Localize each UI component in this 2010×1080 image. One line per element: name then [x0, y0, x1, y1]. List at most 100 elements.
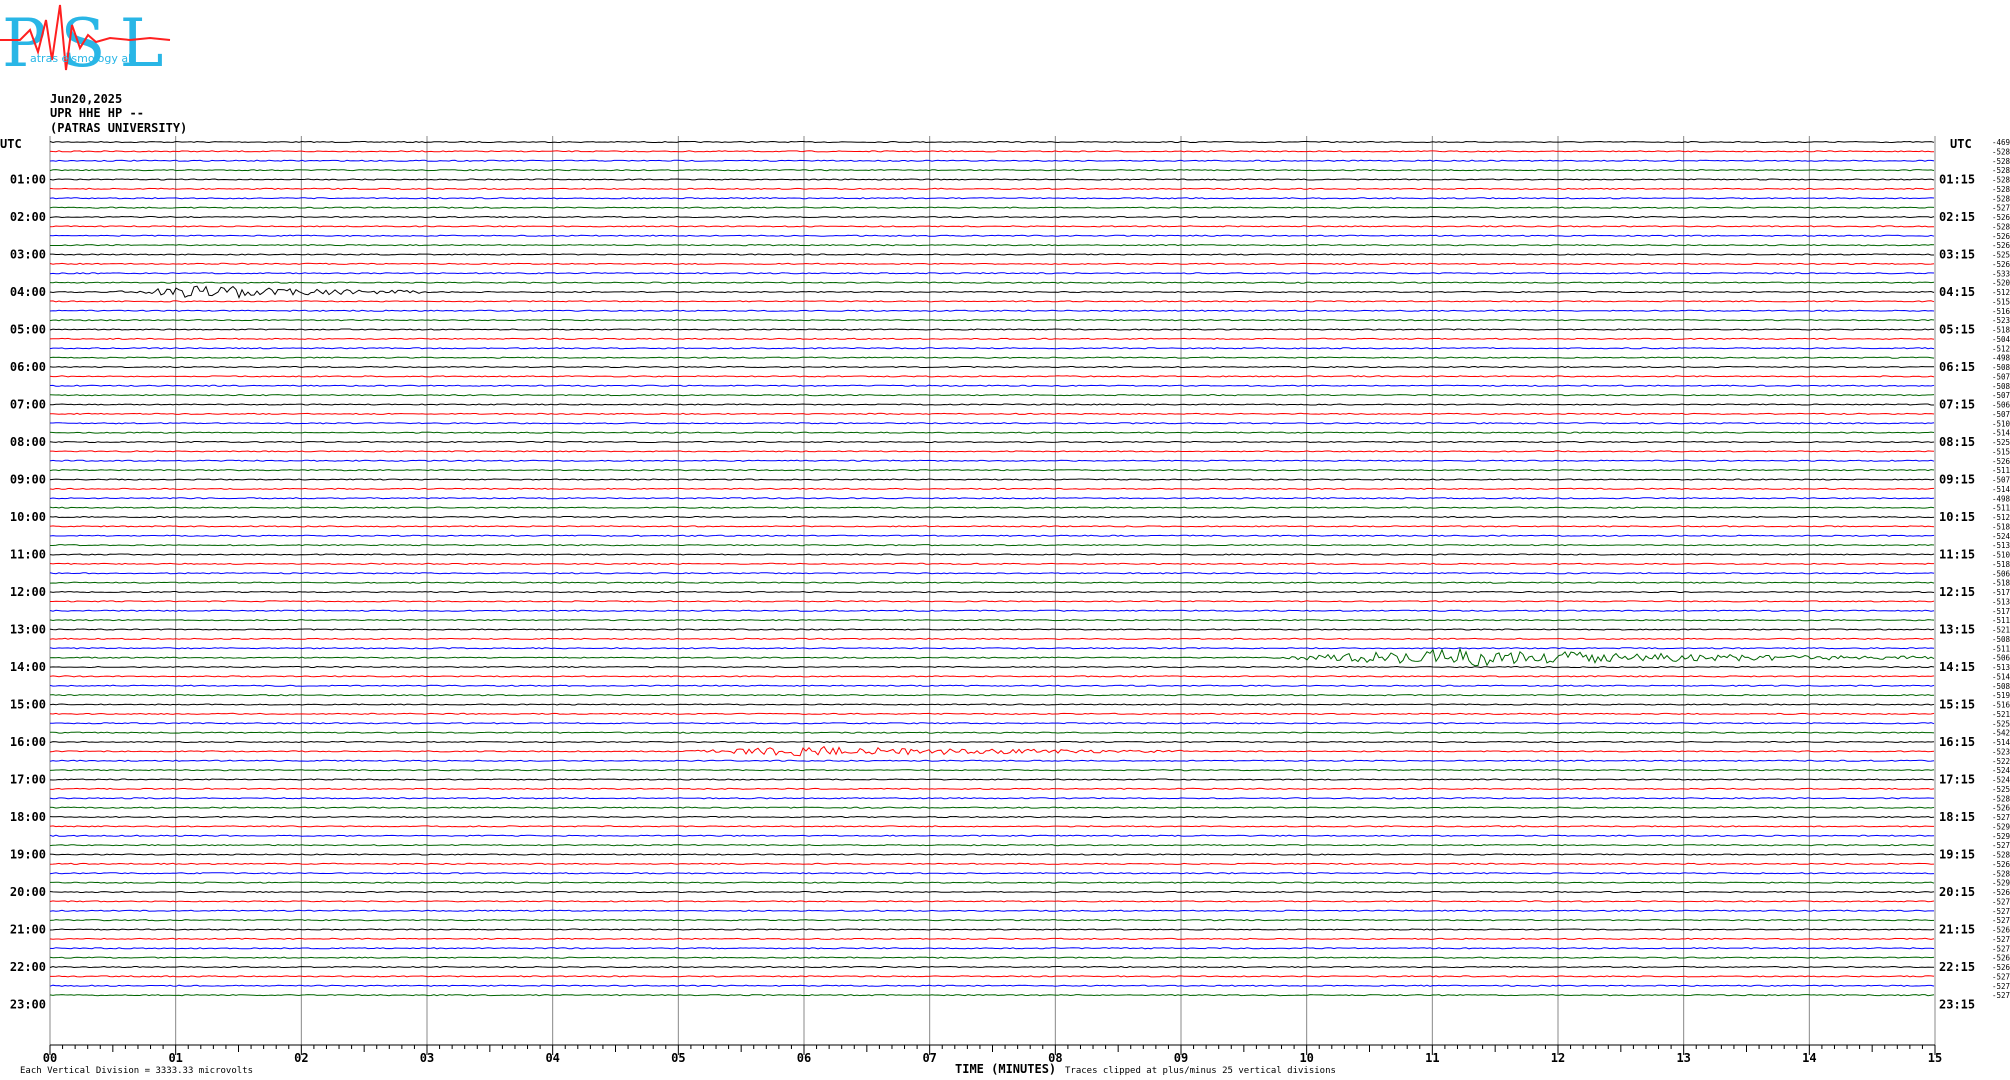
trace-27 [49, 394, 1935, 397]
trace-12 [50, 253, 1934, 256]
trace-52 [49, 628, 1935, 631]
trace-offset-label-50: -5171 [1992, 607, 2010, 616]
trace-75 [49, 844, 1935, 847]
trace-offset-label-54: -5117 [1992, 644, 2010, 653]
trace-offset-label-81: -5276 [1992, 897, 2010, 906]
trace-offset-label-82: -5274 [1992, 907, 2010, 916]
trace-offset-label-73: -5295 [1992, 822, 2010, 831]
trace-81 [49, 900, 1935, 903]
trace-offset-label-85: -5272 [1992, 935, 2010, 944]
trace-31 [49, 431, 1935, 434]
trace-offset-label-78: -5282 [1992, 869, 2010, 878]
hour-label-left-15:00: 15:00 [10, 698, 46, 712]
trace-5 [49, 187, 1935, 190]
trace-offset-label-20: -5185 [1992, 326, 2010, 335]
trace-offset-label-38: -4982 [1992, 494, 2010, 503]
hour-label-left-13:00: 13:00 [10, 623, 46, 637]
trace-offset-label-79: -5293 [1992, 879, 2010, 888]
trace-1 [49, 150, 1934, 153]
trace-39 [49, 506, 1935, 509]
trace-59 [49, 694, 1935, 697]
trace-offset-label-6: -5282 [1992, 194, 2010, 203]
hour-label-right-08:15: 08:15 [1939, 435, 1975, 449]
hour-label-right-11:15: 11:15 [1939, 548, 1975, 562]
trace-offset-label-5: -5285 [1992, 185, 2010, 194]
trace-83 [49, 919, 1935, 922]
trace-91 [49, 994, 1935, 997]
x-tick-label-00: 00 [43, 1051, 57, 1065]
hour-label-left-19:00: 19:00 [10, 848, 46, 862]
hour-label-left-21:00: 21:00 [10, 923, 46, 937]
trace-offset-label-62: -5255 [1992, 719, 2010, 728]
hour-label-right-02:15: 02:15 [1939, 210, 1975, 224]
trace-61 [49, 712, 1935, 715]
trace-offset-label-45: -5185 [1992, 560, 2010, 569]
trace-offset-label-42: -5247 [1992, 532, 2010, 541]
trace-70 [49, 797, 1935, 800]
trace-48 [49, 590, 1935, 594]
trace-40 [49, 515, 1935, 519]
trace-15 [49, 281, 1935, 284]
trace-offset-label-31: -5146 [1992, 429, 2010, 438]
trace-offset-label-30: -5109 [1992, 419, 2010, 428]
hour-label-right-20:15: 20:15 [1939, 885, 1975, 899]
hour-label-left-07:00: 07:00 [10, 398, 46, 412]
trace-33 [50, 450, 1935, 453]
x-tick-label-05: 05 [671, 1051, 685, 1065]
trace-offset-label-18: -5169 [1992, 307, 2010, 316]
trace-offset-label-32: -5256 [1992, 438, 2010, 447]
trace-57 [49, 675, 1935, 678]
trace-55 [49, 646, 1935, 667]
trace-2 [49, 159, 1935, 162]
trace-34 [49, 459, 1935, 462]
hour-label-right-07:15: 07:15 [1939, 398, 1975, 412]
trace-offset-label-48: -5171 [1992, 588, 2010, 597]
trace-3 [49, 169, 1935, 172]
trace-87 [49, 956, 1935, 959]
hour-label-right-19:15: 19:15 [1939, 848, 1975, 862]
trace-85 [49, 937, 1935, 940]
trace-offset-label-26: -5087 [1992, 382, 2010, 391]
trace-43 [50, 544, 1935, 547]
hour-label-left-16:00: 16:00 [10, 735, 46, 749]
trace-offset-label-36: -5076 [1992, 476, 2010, 485]
hour-label-left-22:00: 22:00 [10, 960, 46, 974]
trace-28 [49, 403, 1934, 406]
trace-44 [49, 553, 1935, 556]
trace-53 [49, 637, 1935, 640]
trace-offset-label-87: -5263 [1992, 954, 2010, 963]
trace-58 [49, 684, 1935, 687]
trace-offset-label-53: -5085 [1992, 635, 2010, 644]
trace-offset-label-65: -5239 [1992, 747, 2010, 756]
trace-36 [49, 478, 1935, 481]
trace-66 [49, 759, 1935, 762]
hour-label-right-18:15: 18:15 [1939, 810, 1975, 824]
trace-62 [49, 722, 1935, 725]
trace-offset-label-4: -5287 [1992, 176, 2010, 185]
trace-offset-label-0: -4691 [1992, 138, 2010, 147]
trace-offset-label-43: -5136 [1992, 541, 2010, 550]
trace-32 [49, 440, 1935, 444]
x-tick-label-13: 13 [1676, 1051, 1690, 1065]
x-tick-label-10: 10 [1299, 1051, 1313, 1065]
trace-63 [49, 731, 1935, 734]
trace-21 [49, 337, 1935, 340]
trace-offset-label-90: -5273 [1992, 982, 2010, 991]
hour-label-right-10:15: 10:15 [1939, 510, 1975, 524]
footer-vertical-division: Each Vertical Division = 3333.33 microvo… [20, 1066, 253, 1076]
trace-offset-label-77: -5263 [1992, 860, 2010, 869]
trace-38 [49, 497, 1935, 500]
trace-offset-label-69: -5254 [1992, 785, 2010, 794]
trace-88 [49, 965, 1934, 969]
trace-6 [49, 197, 1935, 200]
trace-80 [49, 890, 1935, 894]
footer-clip-note: Traces clipped at plus/minus 25 vertical… [1065, 1066, 1336, 1076]
trace-offset-label-9: -5288 [1992, 222, 2010, 231]
trace-84 [49, 928, 1935, 931]
hour-label-left-23:00: 23:00 [10, 998, 46, 1012]
hour-label-left-14:00: 14:00 [10, 660, 46, 674]
hour-label-right-16:15: 16:15 [1939, 735, 1975, 749]
hour-label-right-21:15: 21:15 [1939, 923, 1975, 937]
trace-49 [50, 600, 1935, 603]
trace-74 [49, 834, 1935, 837]
